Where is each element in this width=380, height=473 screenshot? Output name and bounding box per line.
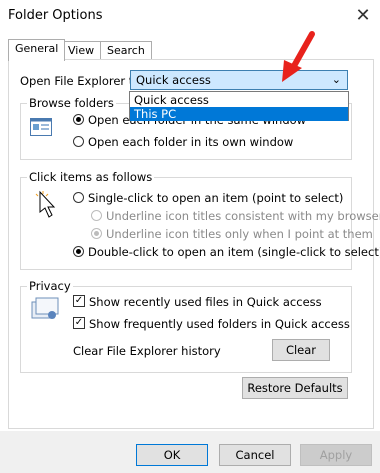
checkbox-recent-files[interactable]: ✓ xyxy=(73,295,85,307)
tab-view[interactable]: View xyxy=(61,41,102,60)
dropdown-option-quick-access[interactable]: Quick access xyxy=(130,93,348,107)
restore-defaults-button[interactable]: Restore Defaults xyxy=(242,377,348,399)
privacy-title: Privacy xyxy=(27,279,73,293)
browse-folders-title: Browse folders xyxy=(27,96,116,110)
tab-search[interactable]: Search xyxy=(100,41,152,60)
frequent-folders-label: Show frequently used folders in Quick ac… xyxy=(89,317,350,331)
dropdown-option-this-pc[interactable]: This PC xyxy=(130,107,348,121)
cancel-button[interactable]: Cancel xyxy=(219,444,291,466)
radio-double-click[interactable] xyxy=(73,246,84,257)
radio-same-window[interactable] xyxy=(73,114,84,125)
underline-browser-label: Underline icon titles consistent with my… xyxy=(106,209,380,223)
open-explorer-dropdown-list: Quick access This PC xyxy=(129,91,349,121)
checkbox-frequent-folders[interactable]: ✓ xyxy=(73,317,85,329)
underline-point-label: Underline icon titles only when I point … xyxy=(106,227,373,241)
tab-general[interactable]: General xyxy=(8,39,66,61)
single-click-label: Single-click to open an item (point to s… xyxy=(88,191,344,205)
double-click-label: Double-click to open an item (single-cli… xyxy=(88,245,380,259)
radio-own-window[interactable] xyxy=(73,136,84,147)
clear-button[interactable]: Clear xyxy=(272,339,330,361)
radio-underline-browser[interactable] xyxy=(91,210,102,221)
own-window-label: Open each folder in its own window xyxy=(88,135,294,149)
arrow-annotation-icon xyxy=(282,31,315,82)
close-icon[interactable]: ✕ xyxy=(352,5,374,27)
radio-single-click[interactable] xyxy=(73,192,84,203)
combobox-value: Quick access xyxy=(136,73,211,87)
clear-history-label: Clear File Explorer history xyxy=(73,344,221,358)
open-explorer-label: Open File Explorer to: xyxy=(20,74,145,88)
privacy-icon xyxy=(31,297,59,319)
window-title: Folder Options xyxy=(8,8,103,23)
recent-files-label: Show recently used files in Quick access xyxy=(89,295,322,309)
click-items-title: Click items as follows xyxy=(27,170,155,184)
apply-button[interactable]: Apply xyxy=(300,444,372,466)
window-icon xyxy=(30,118,52,136)
chevron-down-icon: ⌄ xyxy=(331,73,341,86)
cursor-click-icon xyxy=(35,190,56,218)
radio-underline-point[interactable] xyxy=(91,228,102,239)
ok-button[interactable]: OK xyxy=(136,444,208,466)
